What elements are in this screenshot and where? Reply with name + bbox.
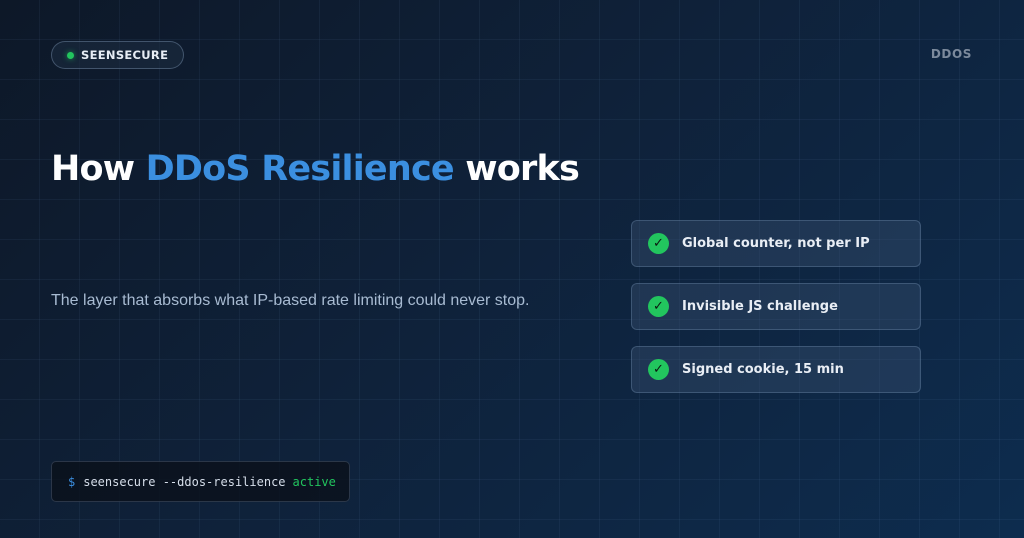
status-dot-icon xyxy=(67,51,74,59)
feature-list: ✓ Global counter, not per IP ✓ Invisible… xyxy=(631,220,921,409)
feature-item: ✓ Signed cookie, 15 min xyxy=(631,346,921,393)
feature-label: Global counter, not per IP xyxy=(682,236,870,251)
check-icon: ✓ xyxy=(648,233,669,254)
feature-label: Signed cookie, 15 min xyxy=(682,362,844,377)
feature-label: Invisible JS challenge xyxy=(682,299,838,314)
title-prefix: How xyxy=(51,149,146,189)
brand-name: SEENSECURE xyxy=(81,48,169,62)
subtitle: The layer that absorbs what IP-based rat… xyxy=(51,292,530,309)
category-tag: DDOS xyxy=(930,47,972,61)
feature-item: ✓ Global counter, not per IP xyxy=(631,220,921,267)
terminal-command-text: seensecure --ddos-resilience xyxy=(83,474,286,489)
feature-item: ✓ Invisible JS challenge xyxy=(631,283,921,330)
page-title: How DDoS Resilience works xyxy=(51,146,580,192)
terminal-command: $ seensecure --ddos-resilience active xyxy=(51,461,350,502)
terminal-prompt: $ xyxy=(68,474,76,489)
terminal-status: active xyxy=(292,474,336,489)
brand-badge: SEENSECURE xyxy=(51,41,185,69)
check-icon: ✓ xyxy=(648,296,669,317)
check-icon: ✓ xyxy=(648,359,669,380)
title-suffix: works xyxy=(453,149,580,189)
title-highlight: DDoS Resilience xyxy=(145,149,455,189)
